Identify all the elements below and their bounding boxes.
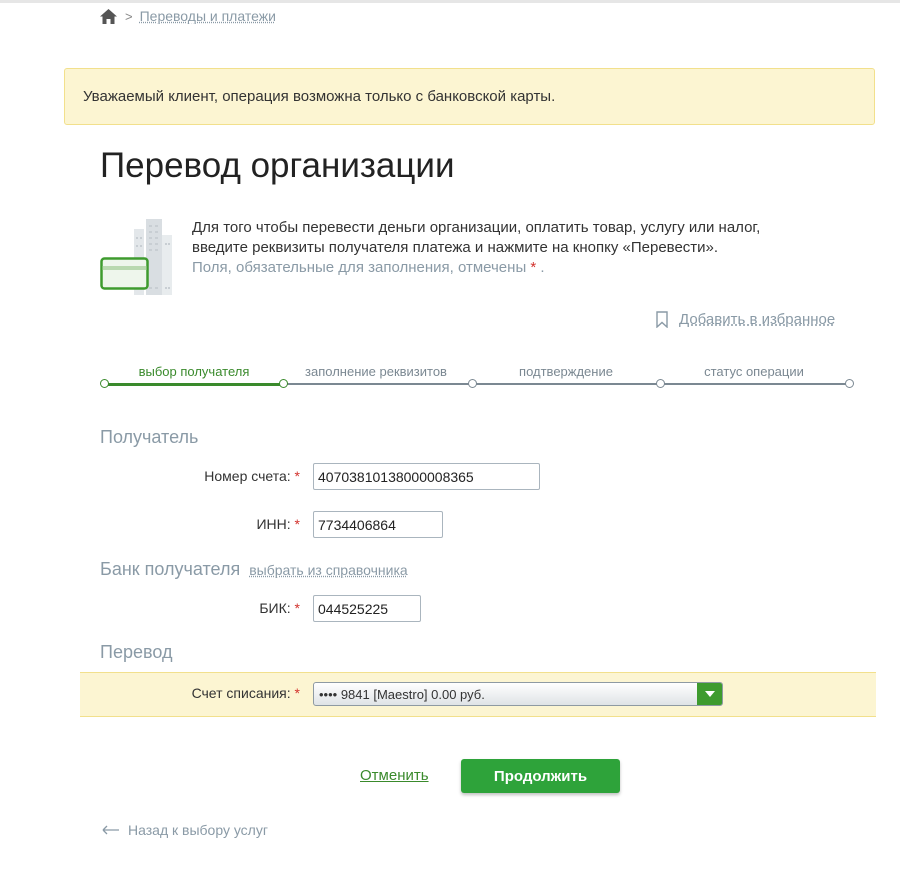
step-dot-1 bbox=[100, 379, 109, 388]
top-divider bbox=[0, 0, 900, 3]
breadcrumb: > Переводы и платежи bbox=[100, 8, 276, 24]
step-dot-2 bbox=[279, 379, 288, 388]
section-recipient-bank-title: Банк получателя bbox=[100, 559, 241, 579]
required-note-end: . bbox=[540, 259, 545, 276]
page-title: Перевод организации bbox=[100, 146, 455, 185]
breadcrumb-link-transfers[interactable]: Переводы и платежи bbox=[140, 8, 276, 24]
home-icon[interactable] bbox=[100, 8, 117, 24]
step-operation-status: статус операции bbox=[704, 364, 804, 379]
card-only-notice: Уважаемый клиент, операция возможна толь… bbox=[64, 68, 875, 125]
required-note: Поля, обязательные для заполнения, отмеч… bbox=[192, 258, 842, 278]
chevron-down-icon[interactable] bbox=[697, 683, 722, 705]
intro-line-2: введите реквизиты получателя платежа и н… bbox=[192, 239, 719, 256]
intro-line-1: Для того чтобы перевести деньги организа… bbox=[192, 219, 761, 236]
account-number-label: Номер счета: * bbox=[150, 468, 300, 484]
account-number-label-text: Номер счета: bbox=[204, 468, 291, 484]
debit-account-row: Счет списания: * •••• 9841 [Maestro] 0.0… bbox=[80, 672, 876, 717]
breadcrumb-separator: > bbox=[125, 8, 133, 24]
inn-input[interactable] bbox=[313, 511, 443, 538]
step-select-recipient: выбор получателя bbox=[138, 364, 250, 379]
required-star: * bbox=[530, 259, 537, 276]
inn-label: ИНН: * bbox=[150, 516, 300, 532]
bank-card-building-icon bbox=[100, 219, 172, 295]
choose-from-directory-link[interactable]: выбрать из справочника bbox=[249, 562, 407, 578]
step-confirmation: подтверждение bbox=[519, 364, 613, 379]
step-dot-3 bbox=[468, 379, 477, 388]
back-to-services-text[interactable]: Назад к выбору услуг bbox=[128, 822, 268, 838]
step-track-done bbox=[104, 383, 285, 386]
debit-account-value: •••• 9841 [Maestro] 0.00 руб. bbox=[319, 686, 485, 702]
notice-text: Уважаемый клиент, операция возможна толь… bbox=[83, 88, 556, 105]
required-note-text: Поля, обязательные для заполнения, отмеч… bbox=[192, 259, 527, 276]
arrow-left-icon bbox=[102, 825, 119, 835]
progress-steps: выбор получателя заполнение реквизитов п… bbox=[100, 360, 860, 400]
bik-required-star: * bbox=[294, 600, 300, 616]
back-to-services-link[interactable]: Назад к выбору услуг bbox=[102, 822, 268, 838]
debit-account-select[interactable]: •••• 9841 [Maestro] 0.00 руб. bbox=[313, 682, 723, 706]
intro-text: Для того чтобы перевести деньги организа… bbox=[192, 218, 842, 278]
step-dot-5 bbox=[845, 379, 854, 388]
inn-required-star: * bbox=[294, 516, 300, 532]
debit-account-label-text: Счет списания: bbox=[191, 685, 291, 701]
continue-button[interactable]: Продолжить bbox=[461, 759, 620, 793]
inn-label-text: ИНН: bbox=[256, 516, 291, 532]
step-track-pending bbox=[285, 383, 851, 385]
bik-label: БИК: * bbox=[150, 600, 300, 616]
bik-label-text: БИК: bbox=[259, 600, 291, 616]
step-fill-details: заполнение реквизитов bbox=[305, 364, 447, 379]
debit-account-label: Счет списания: * bbox=[150, 685, 300, 701]
cancel-link[interactable]: Отменить bbox=[360, 767, 429, 784]
bookmark-icon bbox=[656, 311, 668, 328]
section-recipient: Получатель bbox=[100, 427, 199, 447]
account-number-required-star: * bbox=[294, 468, 300, 484]
account-number-input[interactable] bbox=[313, 463, 540, 490]
step-dot-4 bbox=[656, 379, 665, 388]
section-recipient-bank: Банк получателя выбрать из справочника bbox=[100, 559, 408, 580]
section-transfer: Перевод bbox=[100, 642, 173, 662]
page: > Переводы и платежи Уважаемый клиент, о… bbox=[0, 0, 900, 882]
add-to-favorites[interactable]: Добавить в избранное bbox=[656, 311, 835, 328]
debit-account-required-star: * bbox=[294, 685, 300, 701]
bik-input[interactable] bbox=[313, 595, 421, 622]
add-to-favorites-link[interactable]: Добавить в избранное bbox=[679, 311, 835, 328]
